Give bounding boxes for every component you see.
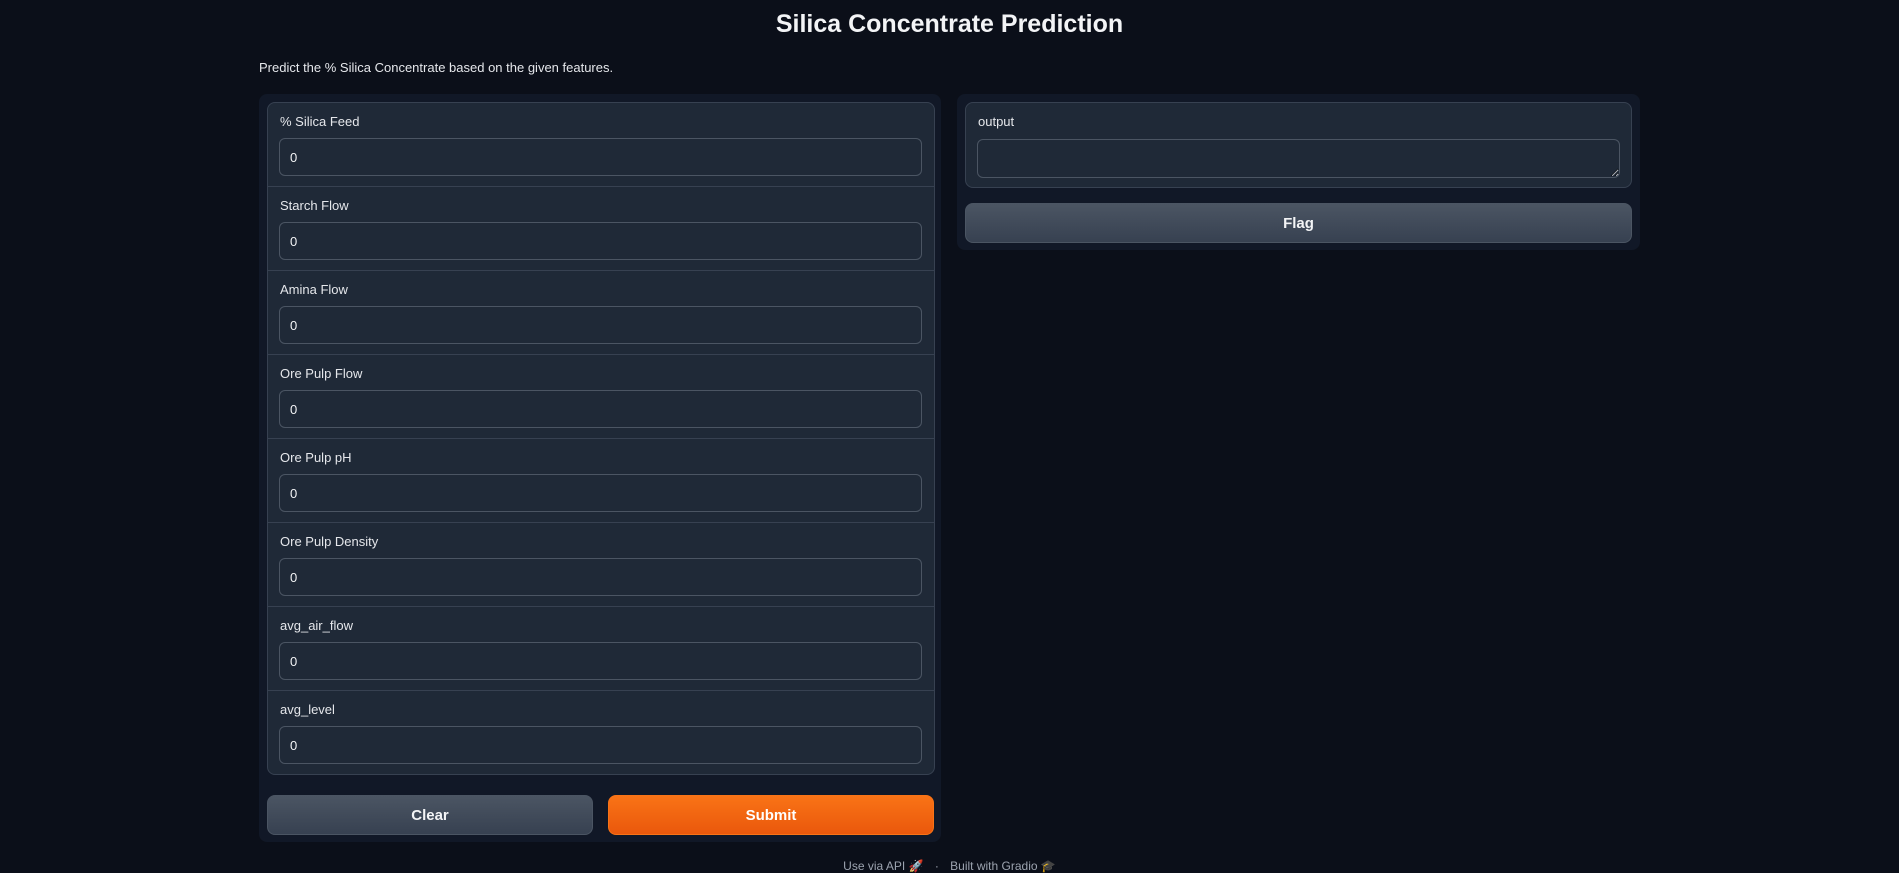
output-block: output: [965, 102, 1632, 188]
field-ore-pulp-ph: Ore Pulp pH: [268, 439, 934, 523]
avg-level-input[interactable]: [279, 726, 922, 764]
field-label: Amina Flow: [280, 282, 348, 297]
field-label: Ore Pulp Flow: [280, 366, 363, 381]
output-label: output: [978, 114, 1015, 129]
field-label: avg_air_flow: [280, 618, 353, 633]
output-panel: output Flag: [957, 94, 1640, 250]
page-title: Silica Concentrate Prediction: [775, 10, 1124, 38]
built-with-gradio-link[interactable]: Built with Gradio 🎓: [950, 859, 1056, 873]
ore-pulp-ph-input[interactable]: [279, 474, 922, 512]
flag-button[interactable]: Flag: [965, 203, 1632, 243]
footer-separator: ·: [934, 859, 939, 873]
field-label: Starch Flow: [280, 198, 349, 213]
field-amina-flow: Amina Flow: [268, 271, 934, 355]
field-label: % Silica Feed: [280, 114, 360, 129]
starch-flow-input[interactable]: [279, 222, 922, 260]
clear-button[interactable]: Clear: [267, 795, 593, 835]
amina-flow-input[interactable]: [279, 306, 922, 344]
use-via-api-link[interactable]: Use via API 🚀: [843, 859, 923, 873]
input-panel: % Silica Feed Starch Flow Amina Flow Ore…: [259, 94, 941, 842]
field-silica-feed: % Silica Feed: [268, 103, 934, 187]
field-avg-air-flow: avg_air_flow: [268, 607, 934, 691]
ore-pulp-density-input[interactable]: [279, 558, 922, 596]
field-ore-pulp-density: Ore Pulp Density: [268, 523, 934, 607]
field-avg-level: avg_level: [268, 691, 934, 774]
footer: Use via API 🚀 · Built with Gradio 🎓: [0, 859, 1899, 873]
field-ore-pulp-flow: Ore Pulp Flow: [268, 355, 934, 439]
ore-pulp-flow-input[interactable]: [279, 390, 922, 428]
silica-feed-input[interactable]: [279, 138, 922, 176]
field-label: Ore Pulp Density: [280, 534, 379, 549]
field-starch-flow: Starch Flow: [268, 187, 934, 271]
submit-button[interactable]: Submit: [608, 795, 934, 835]
field-label: avg_level: [280, 702, 335, 717]
field-label: Ore Pulp pH: [280, 450, 352, 465]
page-description: Predict the % Silica Concentrate based o…: [259, 60, 614, 75]
input-form: % Silica Feed Starch Flow Amina Flow Ore…: [267, 102, 935, 775]
output-textarea[interactable]: [977, 139, 1620, 178]
avg-air-flow-input[interactable]: [279, 642, 922, 680]
